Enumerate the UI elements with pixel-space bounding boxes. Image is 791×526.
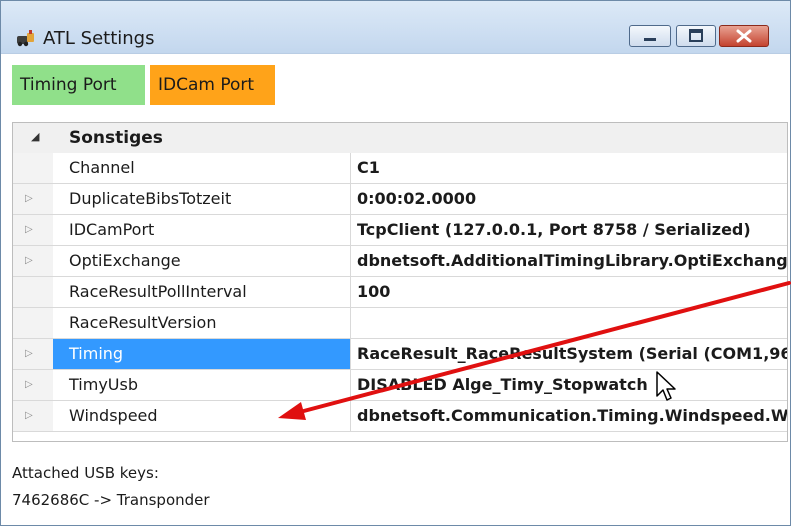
property-name: OptiExchange [53,246,351,276]
property-row-duplicatebibstotzeit[interactable]: ▷ DuplicateBibsTotzeit 0:00:02.0000 [13,184,787,215]
property-value[interactable]: DISABLED Alge_Timy_Stopwatch [357,370,787,400]
expand-arrow-icon[interactable]: ▷ [25,224,33,235]
property-name: Windspeed [53,401,351,431]
property-value[interactable]: C1 [357,153,787,183]
collapse-triangle-icon[interactable]: ◢ [31,130,39,143]
title-bar[interactable]: ATL Settings [1,1,790,54]
category-label: Sonstiges [69,128,163,148]
property-name: IDCamPort [53,215,351,245]
atl-settings-window: ATL Settings Timing Port IDCam Port ◢ So… [0,0,791,526]
expand-arrow-icon[interactable]: ▷ [25,410,33,421]
row-gutter [13,153,53,183]
property-value[interactable]: TcpClient (127.0.0.1, Port 8758 / Serial… [357,215,787,245]
row-gutter [13,308,53,338]
tab-timing-port[interactable]: Timing Port [12,65,145,105]
usb-keys-heading: Attached USB keys: [12,464,159,482]
mouse-pointer-icon [656,371,676,401]
row-gutter [13,370,53,400]
property-value[interactable]: 100 [357,277,787,307]
atl-app-icon [17,30,34,47]
window-title: ATL Settings [43,28,155,49]
property-row-optiexchange[interactable]: ▷ OptiExchange dbnetsoft.AdditionalTimin… [13,246,787,277]
property-name: DuplicateBibsTotzeit [53,184,351,214]
property-value[interactable] [357,308,787,338]
maximize-button[interactable] [676,25,716,47]
property-name: RaceResultVersion [53,308,351,338]
property-name: TimyUsb [53,370,351,400]
property-value[interactable]: dbnetsoft.Communication.Timing.Windspeed… [357,401,787,431]
usb-key-entry: 7462686C -> Transponder [12,491,210,509]
row-gutter [13,339,53,369]
expand-arrow-icon[interactable]: ▷ [25,255,33,266]
property-value[interactable]: dbnetsoft.AdditionalTimingLibrary.OptiEx… [357,246,787,276]
property-row-raceresultversion[interactable]: RaceResultVersion [13,308,787,339]
property-row-channel[interactable]: Channel C1 [13,153,787,184]
category-header[interactable]: ◢ Sonstiges [13,123,787,153]
property-name: Timing [53,339,351,369]
property-row-windspeed[interactable]: ▷ Windspeed dbnetsoft.Communication.Timi… [13,401,787,432]
property-row-timing[interactable]: ▷ Timing RaceResult_RaceResultSystem (Se… [13,339,787,370]
property-value[interactable]: RaceResult_RaceResultSystem (Serial (COM… [357,339,787,369]
property-row-idcamport[interactable]: ▷ IDCamPort TcpClient (127.0.0.1, Port 8… [13,215,787,246]
minimize-button[interactable] [629,25,671,47]
expand-arrow-icon[interactable]: ▷ [25,193,33,204]
close-icon [736,29,752,43]
row-gutter [13,246,53,276]
row-gutter [13,215,53,245]
row-gutter [13,401,53,431]
close-button[interactable] [719,25,769,47]
expand-arrow-icon[interactable]: ▷ [25,348,33,359]
expand-arrow-icon[interactable]: ▷ [25,379,33,390]
minimize-icon [644,38,656,41]
tab-idcam-port[interactable]: IDCam Port [150,65,275,105]
property-name: RaceResultPollInterval [53,277,351,307]
row-gutter [13,277,53,307]
row-gutter [13,184,53,214]
property-value[interactable]: 0:00:02.0000 [357,184,787,214]
property-name: Channel [53,153,351,183]
property-row-raceresultpollinterval[interactable]: RaceResultPollInterval 100 [13,277,787,308]
maximize-icon [689,29,703,42]
